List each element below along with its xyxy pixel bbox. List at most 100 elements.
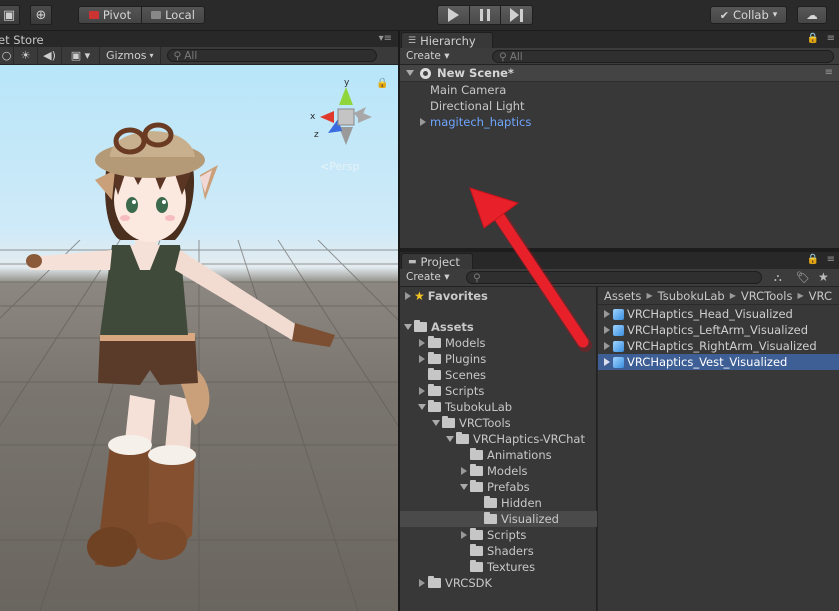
svg-text:z: z xyxy=(314,130,319,140)
folder-icon xyxy=(470,448,483,460)
folder-hidden[interactable]: Hidden xyxy=(400,495,597,511)
shading-mode-icon[interactable]: ○ xyxy=(0,46,14,65)
expand-arrow-icon[interactable] xyxy=(420,118,426,126)
folder-scenes[interactable]: Scenes xyxy=(400,367,597,383)
folder-prefabs[interactable]: Prefabs xyxy=(400,479,597,495)
lock-icon[interactable]: 🔒 xyxy=(807,254,819,265)
folder-shaders[interactable]: Shaders xyxy=(400,543,597,559)
chevron-right-icon: ▶ xyxy=(729,291,736,300)
project-search-input[interactable]: ⚲ xyxy=(466,271,762,284)
tab-project[interactable]: ▬ Project xyxy=(401,253,473,269)
local-button[interactable]: Local xyxy=(141,7,204,23)
scene-toolbar: ○ ☀ ◀) ▣ ▾ Gizmos ▾ ⚲ All xyxy=(0,46,398,65)
favorite-star-icon[interactable]: ★ xyxy=(818,270,829,284)
collapse-arrow-icon[interactable] xyxy=(404,324,412,330)
folder-vrchaptics-vrchat[interactable]: VRCHaptics-VRChat xyxy=(400,431,597,447)
expand-arrow-icon[interactable] xyxy=(405,292,411,300)
search-icon: ⚲ xyxy=(473,271,481,284)
expand-arrow-icon[interactable] xyxy=(604,310,610,318)
folder-icon xyxy=(428,336,441,348)
assets-row[interactable]: Assets xyxy=(400,319,597,335)
favorites-row[interactable]: ★ Favorites xyxy=(400,288,597,304)
play-button[interactable] xyxy=(438,6,469,24)
expand-arrow-icon[interactable] xyxy=(406,70,414,76)
folder-visualized[interactable]: Visualized xyxy=(400,511,597,527)
panel-menu-icon[interactable]: ≡ xyxy=(827,33,835,44)
breadcrumb-item[interactable]: TsubokuLab xyxy=(658,289,725,303)
folder-animations[interactable]: Animations xyxy=(400,447,597,463)
prefab-icon xyxy=(613,340,624,352)
cloud-button[interactable]: ☁ xyxy=(797,6,827,24)
asset-store-tab[interactable]: et Store xyxy=(0,33,44,47)
hierarchy-tabbar: ☰ Hierarchy 🔒 ≡ xyxy=(400,31,839,48)
folder-models[interactable]: Models xyxy=(400,335,597,351)
folder-scripts-sub[interactable]: Scripts xyxy=(400,527,597,543)
expand-arrow-icon[interactable] xyxy=(604,358,610,366)
lock-icon[interactable]: 🔒 xyxy=(807,33,819,44)
filter-by-label-icon[interactable]: 🏷 xyxy=(796,271,810,284)
breadcrumb: Assets ▶ TsubokuLab ▶ VRCTools ▶ VRC xyxy=(598,287,839,305)
folder-vrctools[interactable]: VRCTools xyxy=(400,415,597,431)
breadcrumb-item[interactable]: Assets xyxy=(604,289,641,303)
breadcrumb-item[interactable]: VRC xyxy=(809,289,832,303)
tab-hierarchy[interactable]: ☰ Hierarchy xyxy=(401,32,493,48)
step-icon xyxy=(510,8,524,22)
filter-by-type-icon[interactable]: ⛬ xyxy=(774,271,782,285)
folder-icon xyxy=(428,576,441,588)
cloud-icon: ☁ xyxy=(806,8,818,22)
pivot-icon xyxy=(88,11,99,19)
audio-toggle-icon[interactable]: ◀) xyxy=(38,46,62,65)
asset-item-selected[interactable]: VRCHaptics_Vest_Visualized xyxy=(598,354,839,370)
lock-icon[interactable]: 🔒 xyxy=(376,78,388,89)
folder-vrcsdk[interactable]: VRCSDK xyxy=(400,575,597,591)
scene-search-input[interactable]: ⚲ All xyxy=(166,49,377,62)
lighting-toggle-icon[interactable]: ☀ xyxy=(14,46,38,65)
hierarchy-item-magitech-haptics[interactable]: magitech_haptics xyxy=(430,115,531,129)
breadcrumb-item[interactable]: VRCTools xyxy=(741,289,793,303)
asset-item[interactable]: VRCHaptics_RightArm_Visualized xyxy=(598,338,839,354)
transform-tool-icon[interactable]: ⊕ xyxy=(30,5,52,25)
folder-textures[interactable]: Textures xyxy=(400,559,597,575)
effects-toggle-icon[interactable]: ▣ ▾ xyxy=(62,46,100,65)
collab-button[interactable]: ✔ Collab ▾ xyxy=(710,6,787,24)
hierarchy-item-directional-light[interactable]: Directional Light xyxy=(430,99,525,113)
hierarchy-search-input[interactable]: ⚲ All xyxy=(492,50,834,63)
expand-arrow-icon[interactable] xyxy=(604,326,610,334)
hierarchy-item-main-camera[interactable]: Main Camera xyxy=(430,83,506,97)
unity-scene-icon xyxy=(420,67,431,79)
expand-arrow-icon[interactable] xyxy=(604,342,610,350)
chevron-right-icon: ▶ xyxy=(797,291,804,300)
main-toolbar: ▣ ⊕ Pivot Local ✔ Collab ▾ ☁ xyxy=(0,0,839,31)
search-icon: ⚲ xyxy=(173,49,182,62)
panel-menu-icon[interactable]: ≡ xyxy=(827,254,835,265)
playback-controls xyxy=(437,5,533,25)
perspective-label[interactable]: <Persp xyxy=(320,160,359,173)
local-icon xyxy=(151,11,162,19)
collab-check-icon: ✔ xyxy=(719,8,729,22)
folder-tsubokulab[interactable]: TsubokuLab xyxy=(400,399,597,415)
folder-icon xyxy=(470,544,483,556)
scene-viewport[interactable]: y x z <Persp 🔒 xyxy=(0,65,398,611)
scene-menu-icon[interactable]: ≡ xyxy=(825,67,833,78)
create-dropdown[interactable]: Create ▾ xyxy=(406,50,450,62)
project-folder-tree: ★ Favorites Assets Models Plugins Scenes… xyxy=(400,287,597,611)
folder-icon xyxy=(428,400,441,412)
asset-item[interactable]: VRCHaptics_Head_Visualized xyxy=(598,306,839,322)
create-dropdown[interactable]: Create ▾ xyxy=(406,271,450,283)
prefab-icon xyxy=(613,356,624,368)
folder-plugins[interactable]: Plugins xyxy=(400,351,597,367)
folder-scripts[interactable]: Scripts xyxy=(400,383,597,399)
panel-menu-icon[interactable]: ▾≡ xyxy=(379,33,392,44)
folder-models-sub[interactable]: Models xyxy=(400,463,597,479)
pivot-button[interactable]: Pivot xyxy=(79,7,141,23)
scene-root-row[interactable]: New Scene* ≡ xyxy=(400,65,839,82)
folder-icon xyxy=(456,432,469,444)
folder-icon xyxy=(414,320,427,332)
step-button[interactable] xyxy=(500,6,532,24)
chevron-right-icon: ▶ xyxy=(646,291,653,300)
pause-button[interactable] xyxy=(468,6,501,24)
asset-item[interactable]: VRCHaptics_LeftArm_Visualized xyxy=(598,322,839,338)
gizmos-dropdown[interactable]: Gizmos ▾ xyxy=(100,46,161,65)
rect-tool-icon[interactable]: ▣ xyxy=(0,5,20,25)
folder-icon xyxy=(470,480,483,492)
